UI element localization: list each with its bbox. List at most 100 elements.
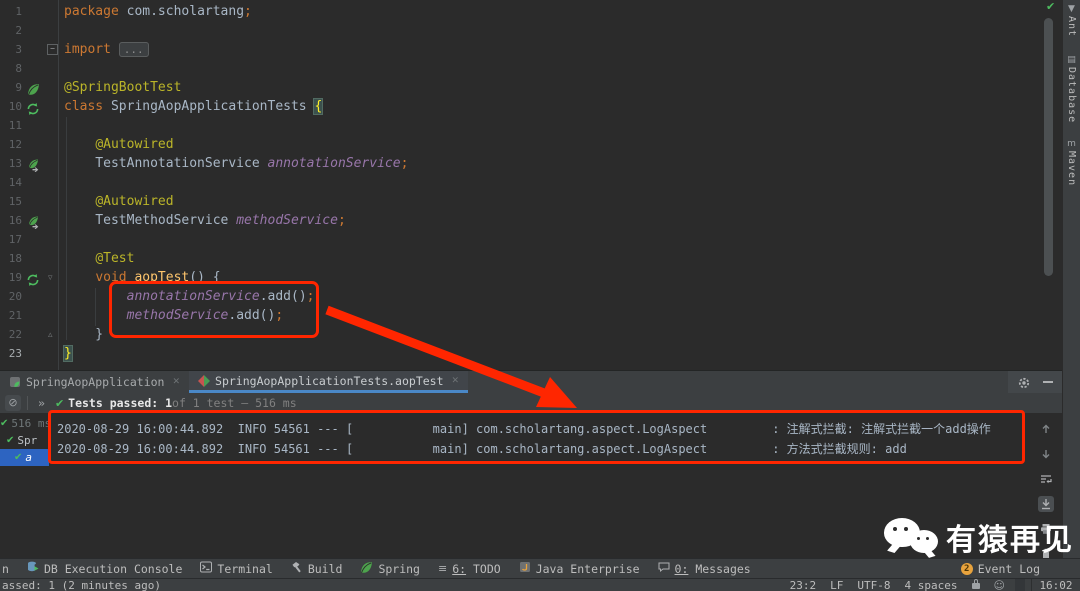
ant-icon: ▼ [1068,4,1075,14]
editor-scrollbar[interactable] [1044,18,1053,276]
todo-icon: ≡ [437,562,448,575]
print-icon[interactable] [1038,521,1054,537]
tests-passed-summary: Tests passed: 1 [68,396,173,410]
line-number: 19 [8,271,22,284]
code-text: package com.scholartang; [64,4,252,19]
stripe-button-database[interactable]: ▤ Database [1063,55,1080,123]
lock-icon[interactable] [971,579,980,589]
code-line: 17 [0,230,1062,249]
status-widget[interactable]: 4 spaces [905,579,958,591]
run-test-icon[interactable] [27,271,40,286]
code-text: } [64,327,104,342]
tool-window-button-spring[interactable]: Spring [360,561,420,577]
clock: 16:02 [1031,579,1080,591]
stripe-button-maven[interactable]: m Maven [1063,139,1080,186]
run-tab-spring-aop-application-tests-aoptest[interactable]: SpringAopApplicationTests.aopTest ✕ [189,371,469,393]
code-line: 16 TestMethodService methodService; [0,211,1062,230]
tool-window-button-java-enterprise[interactable]: Java Enterprise [519,561,640,576]
line-number: 16 [8,214,22,227]
test-tree-row[interactable]: ✔ 516 ms [0,415,49,432]
code-text: @Test [95,251,135,266]
tool-window-button-build[interactable]: Build [291,561,342,576]
test-results-tree: ✔ 516 ms ✔ Spr ✔ a [0,413,49,559]
run-console[interactable]: 2020-08-29 16:00:44.892 INFO 54561 --- [… [49,413,1062,559]
status-widget[interactable]: LF [830,579,843,591]
line-number: 13 [8,157,22,170]
line-number: 22 [8,328,22,341]
line-number: 11 [8,119,22,132]
stripe-button-ant[interactable]: ▼ Ant [1063,4,1080,37]
status-message: assed: 1 (2 minutes ago) [2,578,161,591]
test-tree-row[interactable]: ✔ a [0,449,49,466]
memory-indicator[interactable] [1015,578,1025,591]
tool-window-label: Terminal [217,561,273,576]
stripe-label: Maven [1066,151,1077,187]
code-text: TestMethodService methodService; [64,213,346,228]
spring-bean-icon[interactable] [27,214,40,229]
code-line: 8 [0,59,1062,78]
stop-process-icon[interactable]: ⊘ [5,395,21,411]
stripe-label: Database [1066,67,1077,124]
soft-wrap-icon[interactable] [1038,471,1054,487]
status-bar: assed: 1 (2 minutes ago) 23:2 LF UTF-8 4 sp… [0,578,1080,591]
inspections-ok-icon[interactable]: ✔ [1046,0,1055,13]
tool-window-button-todo[interactable]: ≡ 6: TODO [438,562,501,576]
tool-window-button-messages[interactable]: 0: Messages [658,561,751,576]
spring-run-icon [9,376,21,388]
status-widget[interactable]: UTF-8 [857,579,890,591]
run-test-icon[interactable] [27,100,40,115]
code-line: 2 [0,21,1062,40]
expand-chevrons-icon[interactable]: » [34,396,49,410]
close-tab-icon[interactable]: ✕ [452,376,460,386]
test-status-toolbar: ⊘ » ✔ Tests passed: 1 of 1 test – 516 ms [0,393,1062,413]
tests-passed-detail: of 1 test – 516 ms [172,396,297,410]
line-number: 1 [15,5,22,18]
line-number: 14 [8,176,22,189]
code-line: 21 methodService.add(); [0,306,1062,325]
code-text: void aopTest() { [95,270,221,285]
event-log-button[interactable]: 2 Event Log [960,562,1040,576]
hector-highlighting-icon[interactable]: ☺ [994,579,1005,591]
code-text: methodService.add(); [126,308,284,323]
test-tree-row[interactable]: ✔ Spr [0,432,49,449]
line-number: 18 [8,252,22,265]
fold-marker-icon[interactable]: ▵ [48,326,53,345]
line-number: 20 [8,290,22,303]
messages-icon [658,561,670,576]
code-text: TestAnnotationService annotationService; [64,156,409,171]
tool-window-button-run[interactable]: n [2,562,9,576]
code-text: @Autowired [95,137,174,152]
run-tab-label: SpringAopApplicationTests.aopTest [215,373,444,388]
tool-window-button-db-execution-console[interactable]: DB Execution Console [27,561,182,576]
tool-window-button-terminal[interactable]: Terminal [200,561,273,576]
scroll-to-end-icon[interactable] [1038,496,1054,512]
fold-toggle-icon[interactable]: − [47,44,58,55]
settings-gear-icon[interactable] [1017,375,1031,389]
line-number: 8 [15,62,22,75]
spring-leaf-icon[interactable] [27,81,40,95]
spring-bean-icon[interactable] [27,157,40,172]
test-tree-label: 516 ms [11,417,49,430]
tool-window-label: Spring [378,561,420,576]
close-tab-icon[interactable]: ✕ [172,377,180,387]
navigate-up-icon[interactable] [1038,421,1054,437]
code-line: 3 − import ... [0,40,1062,59]
log-line: 2020-08-29 16:00:44.892 INFO 54561 --- [… [57,422,991,436]
test-tree-label: a [25,451,33,464]
run-tab-spring-aop-application[interactable]: SpringAopApplication ✕ [0,371,189,393]
code-line: 13 TestAnnotationService annotationServi… [0,154,1062,173]
run-tab-bar: SpringAopApplication ✕ SpringAopApplicatio… [0,371,1062,393]
navigate-down-icon[interactable] [1038,446,1054,462]
code-line: 19 ▿ void aopTest() { [0,268,1062,287]
line-number: 12 [8,138,22,151]
code-text: class SpringAopApplicationTests { [64,99,323,114]
hide-panel-icon[interactable] [1043,381,1053,383]
code-text: @Autowired [95,194,174,209]
status-widget[interactable]: 23:2 [790,579,817,591]
code-text: import ... [64,40,149,59]
fold-marker-icon[interactable]: ▿ [48,269,53,288]
code-editor[interactable]: 1 package com.scholartang; 2 3− import ... 8 9… [0,0,1062,370]
indent-guide [95,288,96,326]
line-number: 2 [15,24,22,37]
code-line: 10 class SpringAopApplicationTests { [0,97,1062,116]
